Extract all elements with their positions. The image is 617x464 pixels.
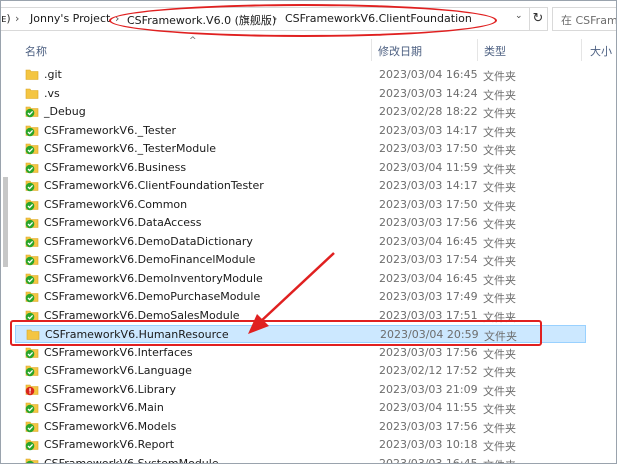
annotation-arrow bbox=[248, 252, 335, 334]
explorer-window: ᴇ) › Jonny's Project › CSFramework.V6.0 … bbox=[0, 0, 617, 464]
